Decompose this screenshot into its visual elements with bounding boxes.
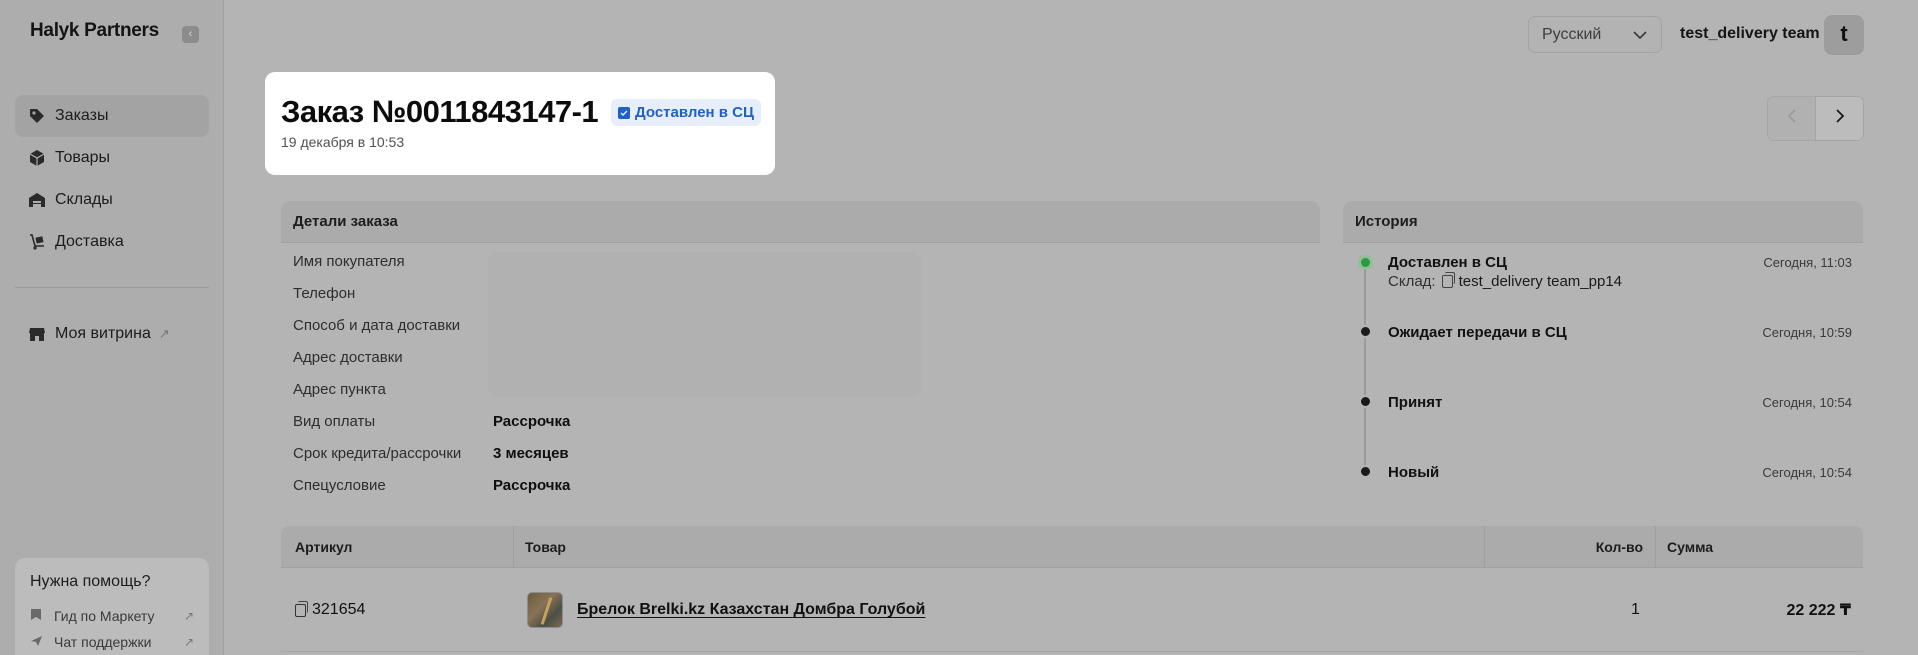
sidebar: Halyk Partners ‹ Заказы Товары Склады До… <box>0 0 224 655</box>
product-cell: Брелок Brelki.kz Казахстан Домбра Голубо… <box>527 568 925 652</box>
column-separator <box>513 526 514 568</box>
order-header-card: Заказ №0011843147-1 Доставлен в СЦ 19 де… <box>265 72 775 175</box>
avatar[interactable]: t <box>1824 15 1864 55</box>
history-event-time: Сегодня, 10:54 <box>1762 395 1852 410</box>
language-select[interactable]: Русский <box>1528 16 1662 53</box>
detail-label-phone: Телефон <box>293 285 356 302</box>
column-separator <box>1655 526 1656 568</box>
sidebar-showcase: Моя витрина ↗ <box>15 313 209 355</box>
timeline-line <box>1364 262 1366 470</box>
history-warehouse-label: Склад: <box>1388 273 1436 290</box>
sidebar-item-label: Доставка <box>55 233 124 250</box>
detail-label-credit-term: Срок кредита/рассрочки <box>293 445 462 462</box>
sidebar-item-label: Моя витрина <box>55 325 151 342</box>
external-link-icon: ↗ <box>183 635 194 649</box>
previous-order-button[interactable] <box>1768 97 1815 140</box>
external-link-icon: ↗ <box>158 326 170 341</box>
chevron-down-icon <box>1632 27 1648 48</box>
items-table-header: Артикул Товар Кол-во Сумма <box>281 526 1863 568</box>
column-header-quantity: Кол-во <box>1595 539 1643 555</box>
store-icon <box>28 325 46 343</box>
sidebar-item-my-showcase[interactable]: Моя витрина ↗ <box>15 313 209 355</box>
chevron-left-icon <box>1786 108 1798 129</box>
history-event-time: Сегодня, 10:54 <box>1762 465 1852 480</box>
status-label: Доставлен в СЦ <box>635 104 754 121</box>
detail-value-special-condition: Рассрочка <box>493 477 571 494</box>
sku-cell[interactable]: 321654 <box>295 568 365 652</box>
column-header-sum: Сумма <box>1667 539 1714 555</box>
detail-label-delivery-method: Способ и дата доставки <box>293 317 461 334</box>
send-icon <box>30 635 44 650</box>
history-heading: История <box>1343 201 1863 243</box>
timeline-dot <box>1359 465 1372 478</box>
history-event-time: Сегодня, 10:59 <box>1762 325 1852 340</box>
sidebar-item-label: Товары <box>55 149 111 166</box>
copy-icon <box>1441 272 1455 288</box>
column-separator <box>1484 526 1485 568</box>
sidebar-item-products[interactable]: Товары <box>15 137 209 179</box>
brand-logo[interactable]: Halyk Partners <box>30 20 159 42</box>
column-header-sku: Артикул <box>295 539 353 555</box>
sku-value: 321654 <box>312 601 366 618</box>
help-link-label: Чат поддержки <box>54 634 152 650</box>
page-title: Заказ №0011843147-1 <box>281 94 599 129</box>
sum-cell: 22 222 ₸ <box>1786 602 1851 619</box>
history-event-title: Принят <box>1388 394 1443 411</box>
sidebar-item-delivery[interactable]: Доставка <box>15 221 209 263</box>
external-link-icon: ↗ <box>183 609 194 623</box>
sidebar-item-label: Заказы <box>55 107 109 124</box>
order-pager <box>1767 96 1864 141</box>
bookmark-icon <box>30 608 44 624</box>
copy-icon <box>295 600 308 617</box>
detail-label-buyer-name: Имя покупателя <box>293 253 405 270</box>
status-badge: Доставлен в СЦ <box>611 99 761 126</box>
detail-label-pickup-address: Адрес пункта <box>293 381 386 398</box>
language-value: Русский <box>1542 25 1602 43</box>
history-event-title: Новый <box>1388 464 1440 481</box>
sidebar-item-orders[interactable]: Заказы <box>15 95 209 137</box>
order-details-heading: Детали заказа <box>281 201 1320 243</box>
quantity-cell: 1 <box>1631 601 1640 618</box>
main-nav: Заказы Товары Склады Доставка <box>15 95 209 263</box>
detail-value-payment-type: Рассрочка <box>493 413 571 430</box>
history-event-title: Доставлен в СЦ <box>1388 254 1507 271</box>
tag-icon <box>28 107 46 125</box>
box-icon <box>28 149 46 167</box>
help-link-label: Гид по Маркету <box>54 608 155 624</box>
detail-value-credit-term: 3 месяцев <box>493 445 569 462</box>
help-title: Нужна помощь? <box>30 573 151 590</box>
chevron-right-icon <box>1834 108 1846 129</box>
history-event-time: Сегодня, 11:03 <box>1763 255 1852 270</box>
history-warehouse-value-wrap[interactable]: test_delivery team_pp14 <box>1441 272 1623 290</box>
dolly-icon <box>28 233 46 251</box>
help-link-support-chat[interactable]: Чат поддержки ↗ <box>30 629 194 655</box>
timeline-dot <box>1359 325 1372 338</box>
next-order-button[interactable] <box>1815 97 1863 140</box>
product-thumbnail[interactable] <box>527 592 563 628</box>
history-event-title: Ожидает передачи в СЦ <box>1388 324 1567 341</box>
table-row: 321654 Брелок Brelki.kz Казахстан Домбра… <box>281 568 1863 652</box>
detail-label-payment-type: Вид оплаты <box>293 413 376 430</box>
column-header-product: Товар <box>525 539 566 555</box>
warehouse-icon <box>28 191 46 209</box>
order-date: 19 декабря в 10:53 <box>281 134 405 150</box>
product-link[interactable]: Брелок Brelki.kz Казахстан Домбра Голубо… <box>577 601 925 619</box>
status-icon <box>618 106 630 119</box>
help-link-market-guide[interactable]: Гид по Маркету ↗ <box>30 603 194 629</box>
sidebar-divider <box>15 287 209 288</box>
detail-label-delivery-address: Адрес доставки <box>293 349 403 366</box>
detail-label-special-condition: Спецусловие <box>293 477 386 494</box>
hidden-customer-info <box>488 252 921 397</box>
collapse-sidebar-button[interactable]: ‹ <box>182 26 199 43</box>
timeline-dot-current <box>1358 255 1373 270</box>
history-event-warehouse: Склад: test_delivery team_pp14 <box>1388 272 1623 290</box>
help-card: Нужна помощь? Гид по Маркету ↗ Чат подде… <box>15 558 209 655</box>
timeline-dot <box>1359 395 1372 408</box>
sidebar-item-label: Склады <box>55 191 113 208</box>
sidebar-item-warehouses[interactable]: Склады <box>15 179 209 221</box>
history-warehouse-value: test_delivery team_pp14 <box>1458 273 1623 290</box>
user-name[interactable]: test_delivery team <box>1680 25 1820 43</box>
